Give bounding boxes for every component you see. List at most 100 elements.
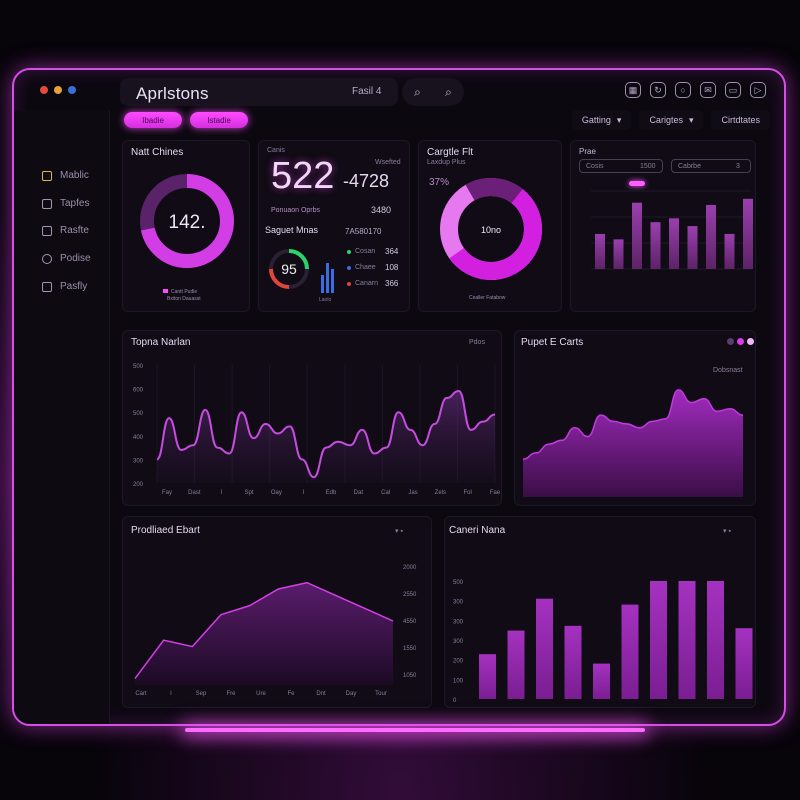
filter-group: Gatting ▾ Carigtes ▾ Cirtdtates [571, 110, 770, 130]
filter-label: Cirtdtates [721, 115, 760, 125]
table-icon [42, 198, 52, 209]
bar [536, 598, 553, 699]
chat-icon[interactable]: ▭ [725, 82, 741, 98]
x-tick-label: I [170, 691, 172, 697]
filter-carigtes[interactable]: Carigtes ▾ [639, 110, 704, 130]
sidebar-item-label: Tapfes [60, 198, 90, 209]
maximize-dot[interactable] [68, 86, 76, 94]
close-dot[interactable] [40, 86, 48, 94]
image-icon [42, 225, 52, 236]
x-tick-label: I [221, 490, 223, 496]
y-tick-label: 0 [453, 698, 457, 704]
sidebar-item-label: Pasfly [60, 281, 88, 292]
x-tick-label: Tour [375, 691, 387, 697]
donut-card: Natt Chines 142. Cantt Pudle Bxiton Daua… [122, 140, 250, 312]
filter-cirtdtates[interactable]: Cirtdtates [711, 110, 770, 130]
mini-bar [326, 263, 329, 293]
legend-swatch [163, 289, 168, 293]
bar-chart-card: Caneri Nana ▾ ▪ 500 300 300 300 200 100 0 [444, 516, 756, 708]
mini-bar [321, 275, 324, 293]
x-tick-label: Oay [271, 490, 282, 496]
bar [507, 630, 525, 699]
bar [632, 202, 642, 269]
x-tick-label: Cal [381, 490, 390, 496]
row-dot [347, 282, 351, 286]
row-dot [347, 250, 351, 254]
sidebar-item-podise[interactable]: Podise [42, 253, 91, 264]
search-button[interactable]: ⌕ ⌕ [402, 78, 464, 106]
y-tick-label: 500 [453, 580, 464, 586]
filter-label: Carigtes [649, 115, 683, 125]
x-tick-label: I [303, 490, 305, 496]
line-chart: 500 600 500 400 300 200 Fay Dast I Spt Oay I Edb Dat C… [133, 364, 501, 496]
line-area-fill [157, 390, 495, 483]
x-tick-label: Fae [490, 490, 501, 496]
y-tick-label: 200 [133, 482, 144, 488]
y-tick-label: 200 [453, 659, 464, 665]
x-tick-label: Fol [463, 490, 471, 496]
pill-group: Ibadie Istadie [124, 112, 248, 128]
area-fill [523, 389, 743, 497]
x-tick-label: Fre [227, 691, 237, 697]
bars-chart [591, 190, 753, 270]
bars-card: Prae Cosis 1500 Cabrbe 3 [570, 140, 756, 312]
row-value: 366 [385, 279, 399, 288]
sidebar: Mablic Tapfes Rasfte Podise Pasfly [14, 110, 110, 724]
y-tick-label: 600 [133, 388, 144, 394]
mini-bar-label: Laolo [319, 297, 331, 303]
donut2-chart: 10no Cealler Fatabow [440, 178, 542, 301]
top-bar: Aprlstons Fasil 4 ⌕ ⌕ ▦ ↻ ○ ✉ ▭ ▷ [112, 76, 784, 110]
minimize-dot[interactable] [54, 86, 62, 94]
sidebar-item-pasfly[interactable]: Pasfly [42, 281, 87, 292]
donut2-center: 10no [481, 225, 501, 235]
bar [613, 239, 624, 269]
bar [678, 581, 696, 699]
bar [669, 218, 679, 269]
x-tick-label: Dast [188, 490, 201, 496]
row-dot [347, 266, 351, 270]
search-icon [42, 253, 52, 264]
filter-gatting[interactable]: Gatting ▾ [571, 110, 632, 130]
prod-area-chart: 2000 2550 4550 1550 1050 Cart I Sep Fre Ure Fe Dnt D… [134, 565, 417, 697]
bar [743, 198, 753, 269]
y-tick-label: 2000 [403, 565, 417, 571]
area-chart [522, 389, 744, 497]
bar [595, 233, 605, 269]
app-title: Aprlstons [136, 84, 209, 103]
sidebar-item-tapfes[interactable]: Tapfes [42, 198, 89, 209]
search-field[interactable]: Aprlstons Fasil 4 [120, 78, 398, 106]
file-icon [42, 281, 52, 292]
toolbar-icons: ▦ ↻ ○ ✉ ▭ ▷ [625, 82, 766, 98]
bar [706, 205, 716, 269]
grid-icon[interactable]: ▦ [625, 82, 641, 98]
row-value: 364 [385, 247, 399, 256]
search-icon: ⌕ [414, 84, 421, 99]
x-tick-label: Day [346, 691, 357, 697]
y-tick-label: 4550 [403, 619, 417, 625]
refresh-icon[interactable]: ↻ [650, 82, 666, 98]
mail-icon[interactable]: ✉ [700, 82, 716, 98]
y-tick-label: 300 [133, 458, 144, 464]
sidebar-item-rasfte[interactable]: Rasfte [42, 225, 89, 236]
x-tick-label: Jas [408, 490, 417, 496]
pill-ibadie[interactable]: Ibadie [124, 112, 182, 128]
kpi-card: Canis Wsefted 522 -4728 Ponuaon Oprbs 34… [258, 140, 410, 312]
bar [707, 581, 724, 699]
sidebar-item-mablic[interactable]: Mablic [42, 170, 89, 181]
filter-label: Gatting [581, 115, 611, 125]
row-label: Chaee [355, 264, 376, 271]
x-tick-label: Edb [326, 490, 337, 496]
legend-label: Bxiton Dauasst [167, 296, 201, 302]
video-icon[interactable]: ▷ [750, 82, 766, 98]
x-tick-label: Zels [435, 490, 446, 496]
y-tick-label: 100 [453, 678, 464, 684]
window-controls [40, 86, 76, 94]
chevron-down-icon: ▾ [616, 114, 622, 125]
row-value: 108 [385, 263, 399, 272]
x-tick-label: Spt [244, 490, 253, 496]
glow-bar [185, 728, 645, 732]
circle-icon[interactable]: ○ [675, 82, 691, 98]
pill-istadie[interactable]: Istadie [190, 112, 248, 128]
x-tick-label: Dnt [316, 691, 326, 697]
search-value: Fasil 4 [352, 86, 382, 97]
